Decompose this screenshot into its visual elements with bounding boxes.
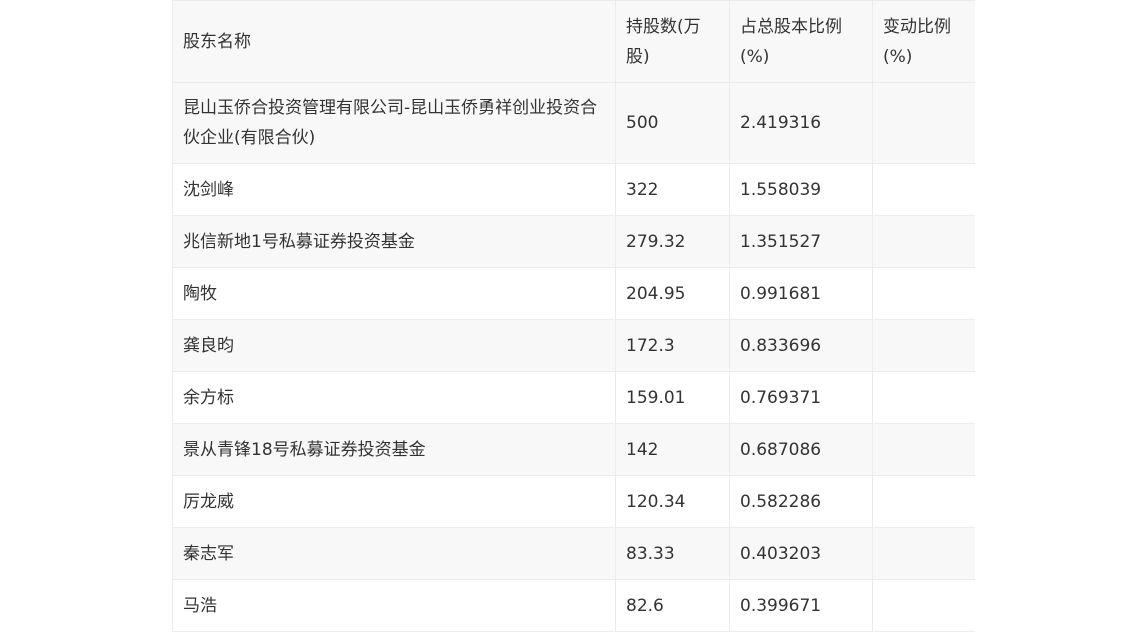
shareholder-table: 股东名称 持股数(万股) 占总股本比例(%) 变动比例(%) 昆山玉侨合投资管理… xyxy=(172,0,975,632)
cell-change xyxy=(872,82,975,164)
cell-shares: 204.95 xyxy=(615,267,730,320)
cell-shareholder-name: 沈剑峰 xyxy=(172,163,616,216)
cell-ratio: 1.351527 xyxy=(729,215,873,268)
cell-ratio: 0.582286 xyxy=(729,475,873,528)
cell-shares: 82.6 xyxy=(615,579,730,632)
table-row: 马浩 82.6 0.399671 xyxy=(172,579,975,632)
header-shareholder-name: 股东名称 xyxy=(172,0,616,83)
cell-shareholder-name: 厉龙威 xyxy=(172,475,616,528)
cell-shareholder-name: 陶牧 xyxy=(172,267,616,320)
cell-ratio: 0.991681 xyxy=(729,267,873,320)
cell-change xyxy=(872,527,975,580)
header-change: 变动比例(%) xyxy=(872,0,975,83)
cell-shares: 500 xyxy=(615,82,730,164)
cell-change xyxy=(872,267,975,320)
cell-change xyxy=(872,475,975,528)
table-row: 兆信新地1号私募证券投资基金 279.32 1.351527 xyxy=(172,215,975,268)
header-shares: 持股数(万股) xyxy=(615,0,730,83)
cell-ratio: 0.687086 xyxy=(729,423,873,476)
cell-shareholder-name: 昆山玉侨合投资管理有限公司-昆山玉侨勇祥创业投资合伙企业(有限合伙) xyxy=(172,82,616,164)
cell-ratio: 0.769371 xyxy=(729,371,873,424)
cell-ratio: 0.399671 xyxy=(729,579,873,632)
cell-shares: 83.33 xyxy=(615,527,730,580)
table-row: 沈剑峰 322 1.558039 xyxy=(172,163,975,216)
table-row: 昆山玉侨合投资管理有限公司-昆山玉侨勇祥创业投资合伙企业(有限合伙) 500 2… xyxy=(172,82,975,164)
cell-change xyxy=(872,319,975,372)
cell-shares: 120.34 xyxy=(615,475,730,528)
cell-ratio: 2.419316 xyxy=(729,82,873,164)
shareholder-table-container: 股东名称 持股数(万股) 占总股本比例(%) 变动比例(%) 昆山玉侨合投资管理… xyxy=(172,0,975,635)
cell-shares: 142 xyxy=(615,423,730,476)
cell-shareholder-name: 景从青锋18号私募证券投资基金 xyxy=(172,423,616,476)
cell-shareholder-name: 余方标 xyxy=(172,371,616,424)
cell-change xyxy=(872,163,975,216)
cell-shareholder-name: 秦志军 xyxy=(172,527,616,580)
table-header-row: 股东名称 持股数(万股) 占总股本比例(%) 变动比例(%) xyxy=(172,0,975,83)
cell-shares: 159.01 xyxy=(615,371,730,424)
cell-change xyxy=(872,215,975,268)
table-row: 景从青锋18号私募证券投资基金 142 0.687086 xyxy=(172,423,975,476)
cell-shareholder-name: 兆信新地1号私募证券投资基金 xyxy=(172,215,616,268)
table-row: 龚良昀 172.3 0.833696 xyxy=(172,319,975,372)
table-row: 厉龙威 120.34 0.582286 xyxy=(172,475,975,528)
header-ratio: 占总股本比例(%) xyxy=(729,0,873,83)
cell-shares: 322 xyxy=(615,163,730,216)
cell-ratio: 0.833696 xyxy=(729,319,873,372)
cell-ratio: 1.558039 xyxy=(729,163,873,216)
cell-shares: 279.32 xyxy=(615,215,730,268)
table-row: 余方标 159.01 0.769371 xyxy=(172,371,975,424)
cell-change xyxy=(872,371,975,424)
table-row: 陶牧 204.95 0.991681 xyxy=(172,267,975,320)
cell-shareholder-name: 龚良昀 xyxy=(172,319,616,372)
cell-change xyxy=(872,423,975,476)
cell-ratio: 0.403203 xyxy=(729,527,873,580)
cell-change xyxy=(872,579,975,632)
table-row: 秦志军 83.33 0.403203 xyxy=(172,527,975,580)
cell-shareholder-name: 马浩 xyxy=(172,579,616,632)
cell-shares: 172.3 xyxy=(615,319,730,372)
